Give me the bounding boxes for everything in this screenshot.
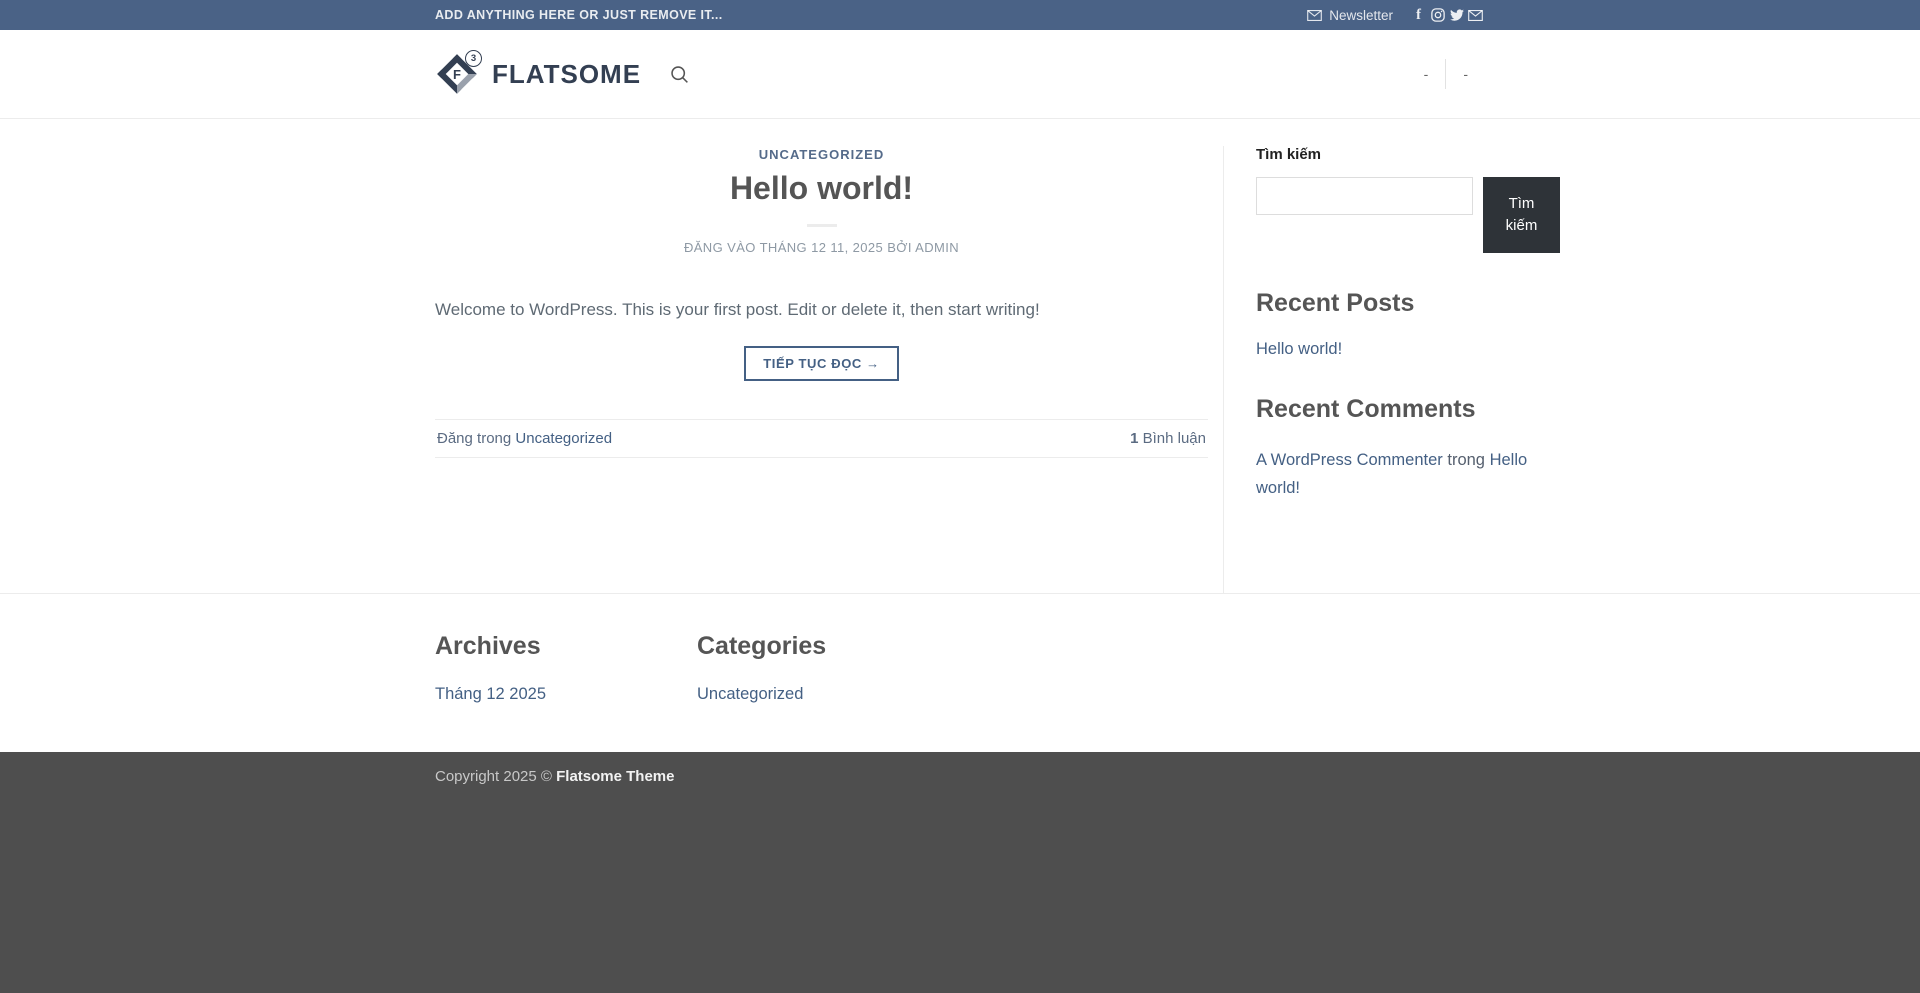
absolute-footer: Copyright 2025 © Flatsome Theme <box>0 752 1920 798</box>
post-footer-meta: Đăng trong Uncategorized 1 Bình luận <box>435 418 1208 458</box>
email-icon[interactable] <box>1466 7 1485 23</box>
categories-title: Categories <box>697 632 827 661</box>
recent-comments-title: Recent Comments <box>1256 395 1476 423</box>
sidebar: Tìm kiếm Tìm kiếm Recent Posts Hello wor… <box>1223 146 1560 594</box>
newsletter-label: Newsletter <box>1329 7 1393 23</box>
top-bar: ADD ANYTHING HERE OR JUST REMOVE IT... N… <box>0 0 1920 30</box>
search-submit-button[interactable]: Tìm kiếm <box>1483 177 1560 253</box>
topbar-right-group: Newsletter f <box>1307 7 1485 23</box>
nav-item-2[interactable]: - <box>1446 66 1485 82</box>
posted-in-prefix: Đăng trong <box>437 429 512 447</box>
search-icon[interactable] <box>669 64 690 85</box>
archives-title: Archives <box>435 632 541 661</box>
post-category-link[interactable]: UNCATEGORIZED <box>759 147 884 162</box>
categories-widget: Categories Uncategorized <box>697 620 959 704</box>
recent-post-link[interactable]: Hello world! <box>1256 340 1342 359</box>
comment-connector: trong <box>1447 451 1485 469</box>
title-divider <box>806 224 837 227</box>
post-meta: ĐĂNG VÀO THÁNG 12 11, 2025 BỞI ADMIN <box>435 240 1208 255</box>
search-widget: Tìm kiếm Tìm kiếm <box>1256 146 1560 253</box>
newsletter-link[interactable]: Newsletter <box>1307 8 1393 23</box>
site-header: F 3 FLATSOME - - <box>0 30 1920 119</box>
footer-widgets: Archives Tháng 12 2025 Categories Uncate… <box>0 593 1920 753</box>
meta-by: BỞI <box>887 240 912 255</box>
social-icons-group: f <box>1409 7 1485 23</box>
logo-version-badge: 3 <box>465 50 482 67</box>
twitter-icon[interactable] <box>1447 7 1466 23</box>
recent-comment-item: A WordPress Commenter trong Hello world! <box>1256 446 1560 502</box>
site-logo[interactable]: F 3 FLATSOME <box>435 50 642 96</box>
nav-item-1[interactable]: - <box>1407 66 1446 82</box>
copyright-brand: Flatsome Theme <box>556 768 675 786</box>
post-title[interactable]: Hello world! <box>435 170 1208 207</box>
recent-comments-widget: Recent Comments A WordPress Commenter tr… <box>1256 395 1560 502</box>
instagram-icon[interactable] <box>1428 7 1447 23</box>
meta-date-link[interactable]: THÁNG 12 11, 2025 <box>760 240 884 255</box>
post-excerpt: Welcome to WordPress. This is your first… <box>435 300 1040 319</box>
logo-text: FLATSOME <box>492 58 642 89</box>
posted-in-category-link[interactable]: Uncategorized <box>515 430 612 447</box>
posted-in: Đăng trong Uncategorized <box>437 430 612 447</box>
flatsome-logo-icon: F 3 <box>435 50 482 96</box>
archive-link[interactable]: Tháng 12 2025 <box>435 685 546 703</box>
read-more-button[interactable]: TIẾP TỤC ĐỌC → <box>744 345 899 381</box>
topbar-message: ADD ANYTHING HERE OR JUST REMOVE IT... <box>435 8 723 22</box>
comments-link[interactable]: 1 Bình luận <box>1130 430 1206 447</box>
archives-widget: Archives Tháng 12 2025 <box>435 620 697 704</box>
meta-author-link[interactable]: ADMIN <box>915 240 959 255</box>
search-widget-label: Tìm kiếm <box>1256 146 1322 163</box>
category-link[interactable]: Uncategorized <box>697 685 803 703</box>
facebook-icon[interactable]: f <box>1409 7 1428 23</box>
copyright-prefix: Copyright 2025 © <box>435 768 552 786</box>
search-input[interactable] <box>1256 177 1473 215</box>
main-section: UNCATEGORIZED Hello world! ĐĂNG VÀO THÁN… <box>0 119 1920 594</box>
newsletter-envelope-icon <box>1307 9 1329 21</box>
recent-posts-title: Recent Posts <box>1256 289 1415 317</box>
copyright-text: Copyright 2025 © Flatsome Theme <box>435 768 1485 785</box>
article-header: UNCATEGORIZED Hello world! ĐĂNG VÀO THÁN… <box>435 146 1208 255</box>
comments-count: 1 <box>1130 429 1139 447</box>
recent-posts-widget: Recent Posts Hello world! <box>1256 289 1560 359</box>
post-column: UNCATEGORIZED Hello world! ĐĂNG VÀO THÁN… <box>435 146 1223 593</box>
comment-author-link[interactable]: A WordPress Commenter <box>1256 451 1443 469</box>
comments-label: Bình luận <box>1142 429 1206 447</box>
meta-prefix: ĐĂNG VÀO <box>683 240 756 255</box>
header-nav: - - <box>1407 30 1485 118</box>
